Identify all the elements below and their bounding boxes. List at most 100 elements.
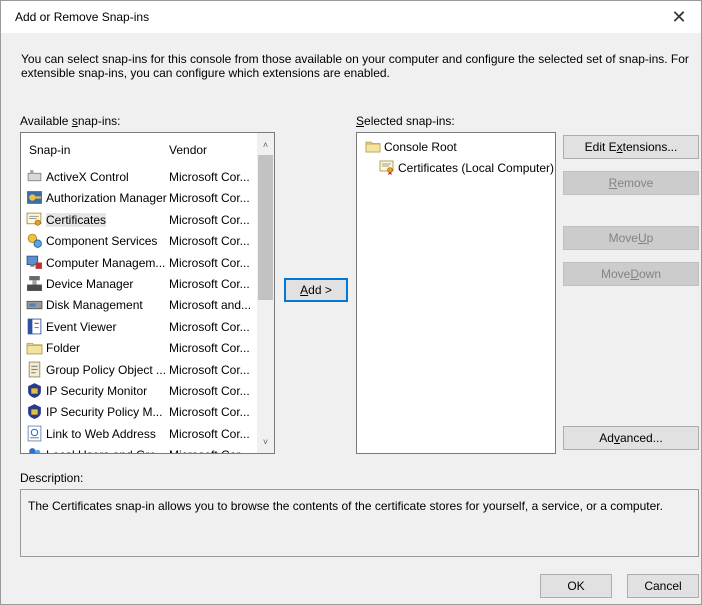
list-item[interactable]: Authorization Manager Microsoft Cor... xyxy=(21,187,258,208)
description-label: Description: xyxy=(20,471,84,485)
certificates-icon xyxy=(379,160,394,175)
list-item[interactable]: Event Viewer Microsoft Cor... xyxy=(21,316,258,337)
add-button[interactable]: Add > xyxy=(284,278,348,302)
list-item[interactable]: Folder Microsoft Cor... xyxy=(21,337,258,358)
ip-security-monitor-icon xyxy=(28,382,41,398)
vertical-scrollbar[interactable]: ˄ ˅ xyxy=(257,133,274,453)
snapin-name: Disk Management xyxy=(46,298,143,313)
description-box: The Certificates snap-in allows you to b… xyxy=(20,489,699,557)
description-text: The Certificates snap-in allows you to b… xyxy=(28,499,663,513)
label-part: Available xyxy=(20,114,72,128)
button-label-part: own xyxy=(639,267,662,281)
snapin-name: IP Security Policy M... xyxy=(46,405,163,420)
add-remove-snapins-dialog: Add or Remove Snap-ins ✕ You can select … xyxy=(0,0,702,605)
ip-security-policy-icon xyxy=(28,404,41,420)
snapin-vendor: Microsoft Cor... xyxy=(169,234,250,249)
authorization-manager-icon xyxy=(27,191,42,205)
column-header-vendor[interactable]: Vendor xyxy=(169,143,207,157)
snapin-vendor: Microsoft Cor... xyxy=(169,383,250,398)
snapin-name: Event Viewer xyxy=(46,319,117,334)
snapin-name: Folder xyxy=(46,341,81,356)
cancel-button[interactable]: Cancel xyxy=(627,574,699,598)
scroll-thumb[interactable] xyxy=(258,155,273,300)
list-item[interactable]: IP Security Policy M... Microsoft Cor... xyxy=(21,401,258,422)
device-manager-icon xyxy=(27,276,42,291)
snapin-name: Certificates xyxy=(46,212,107,227)
snapin-vendor: Microsoft Cor... xyxy=(169,212,250,227)
scroll-up-icon[interactable]: ˄ xyxy=(257,136,274,153)
folder-icon xyxy=(365,141,381,153)
snapin-vendor: Microsoft Cor... xyxy=(169,255,250,270)
snapin-vendor: Microsoft and... xyxy=(169,298,252,313)
button-label-part: tensions... xyxy=(622,140,678,154)
list-item[interactable]: Local Users and Gro...Microsoft Cor... xyxy=(21,444,258,453)
button-label-part: p xyxy=(646,231,654,245)
list-header: Snap-in Vendor xyxy=(21,133,258,163)
ok-button[interactable]: OK xyxy=(540,574,612,598)
snapin-vendor: Microsoft Cor... xyxy=(169,170,250,184)
available-snapins-label: Available snap-ins: xyxy=(20,114,121,128)
list-item[interactable]: Computer Managem... Microsoft Cor... xyxy=(21,252,258,273)
list-item[interactable]: Certificates Microsoft Cor... xyxy=(21,209,258,230)
disk-management-icon xyxy=(26,301,43,310)
button-access-key: A xyxy=(300,283,309,297)
list-item[interactable]: Disk Management Microsoft and... xyxy=(21,294,258,315)
move-down-button[interactable]: Move Down xyxy=(563,262,699,286)
window-title: Add or Remove Snap-ins xyxy=(15,10,150,24)
snapin-name: Computer Managem... xyxy=(46,255,166,270)
snapin-rows: ActiveX Control Microsoft Cor... Authoriza… xyxy=(21,166,258,453)
button-access-key: D xyxy=(630,267,639,281)
list-item[interactable]: Link to Web Address Microsoft Cor... xyxy=(21,423,258,444)
event-viewer-icon xyxy=(27,318,42,335)
snapin-vendor: Microsoft Cor... xyxy=(169,276,250,291)
remove-button[interactable]: Remove xyxy=(563,171,699,195)
snapin-vendor: Microsoft Cor... xyxy=(169,341,250,356)
button-access-key: U xyxy=(637,231,647,245)
scroll-down-icon[interactable]: ˅ xyxy=(257,433,274,450)
edit-extensions-button[interactable]: Edit Ex tensions... xyxy=(563,135,699,159)
move-up-button[interactable]: Move Up xyxy=(563,226,699,250)
button-label-part: anced... xyxy=(619,431,663,445)
column-header-snapin[interactable]: Snap-in xyxy=(29,143,70,157)
snapin-name: Device Manager xyxy=(46,276,134,291)
snapin-vendor: Microsoft Cor... xyxy=(169,426,250,441)
advanced-button[interactable]: Ad v anced... xyxy=(563,426,699,450)
label-access-key: S xyxy=(356,114,365,128)
close-icon: ✕ xyxy=(671,6,687,27)
close-button[interactable]: ✕ xyxy=(657,1,701,33)
button-label-part: dd > xyxy=(308,283,332,297)
button-label-part: Move xyxy=(600,267,631,281)
snapin-name: Link to Web Address xyxy=(46,426,156,441)
snapin-vendor: Microsoft Cor... xyxy=(169,319,250,334)
button-label-part: Ad xyxy=(599,431,614,445)
component-services-icon xyxy=(27,233,42,249)
activex-control-icon xyxy=(27,170,42,182)
local-users-icon xyxy=(29,448,41,453)
list-item[interactable]: Component Services Microsoft Cor... xyxy=(21,230,258,251)
snapin-name: Group Policy Object ... xyxy=(46,362,167,377)
tree-node-label: Certificates (Local Computer) xyxy=(398,161,555,175)
certificates-icon xyxy=(26,212,42,226)
list-item[interactable]: Device Manager Microsoft Cor... xyxy=(21,273,258,294)
folder-icon xyxy=(26,342,43,355)
snapin-name: IP Security Monitor xyxy=(46,383,148,398)
list-item[interactable]: Group Policy Object ... Microsoft Cor... xyxy=(21,359,258,380)
button-label-part: Move xyxy=(608,231,638,245)
snapin-vendor: Microsoft Cor... xyxy=(169,405,250,420)
snapin-name: ActiveX Control xyxy=(46,170,129,184)
snapin-name: Local Users and Gro... xyxy=(46,448,166,453)
snapin-name: Component Services xyxy=(46,234,158,249)
computer-management-icon xyxy=(26,255,42,269)
link-web-address-icon xyxy=(27,425,42,442)
snapin-vendor: Microsoft Cor... xyxy=(169,448,250,453)
intro-text: You can select snap-ins for this console… xyxy=(21,52,689,80)
snapin-vendor: Microsoft Cor... xyxy=(169,191,250,206)
available-snapins-list[interactable]: Snap-in Vendor ActiveX Control Microsoft … xyxy=(20,132,275,454)
tree-node-label: Console Root xyxy=(384,140,457,154)
list-item[interactable]: ActiveX Control Microsoft Cor... xyxy=(21,166,258,187)
snapin-name: Authorization Manager xyxy=(46,191,167,206)
selected-snapins-label: Selected snap-ins: xyxy=(356,114,455,128)
button-access-key: R xyxy=(608,176,618,190)
selected-snapins-tree[interactable]: Console Root Certificates (Local Compute… xyxy=(356,132,556,454)
list-item[interactable]: IP Security Monitor Microsoft Cor... xyxy=(21,380,258,401)
